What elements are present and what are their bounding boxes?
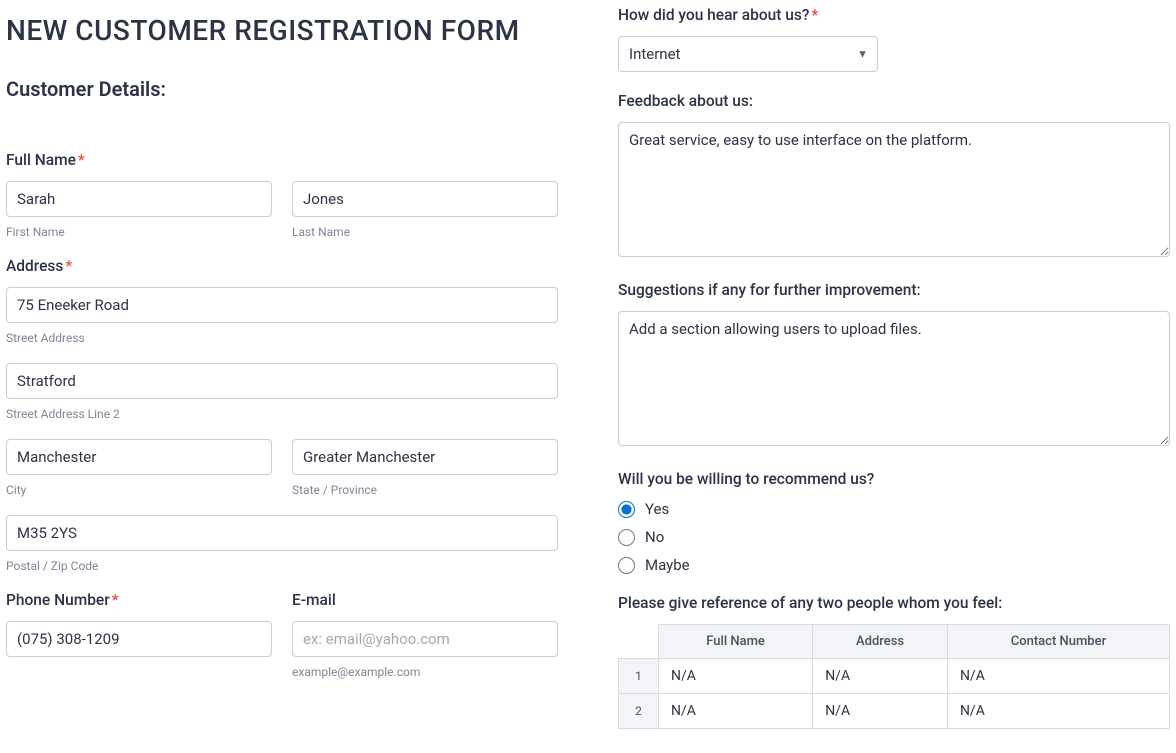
recommend-maybe-row[interactable]: Maybe bbox=[618, 556, 1170, 574]
postal-sublabel: Postal / Zip Code bbox=[6, 559, 558, 573]
ref-name-cell[interactable]: N/A bbox=[659, 659, 813, 694]
city-sublabel: City bbox=[6, 483, 272, 497]
postal-input[interactable] bbox=[6, 515, 558, 551]
recommend-label: Will you be willing to recommend us? bbox=[618, 470, 1170, 488]
recommend-yes-radio[interactable] bbox=[618, 501, 635, 518]
recommend-no-radio[interactable] bbox=[618, 529, 635, 546]
phone-label: Phone Number* bbox=[6, 591, 272, 609]
required-star: * bbox=[112, 591, 119, 609]
col-address: Address bbox=[813, 625, 948, 659]
row-num: 2 bbox=[619, 694, 659, 729]
required-star: * bbox=[78, 151, 85, 169]
first-name-sublabel: First Name bbox=[6, 225, 272, 239]
table-row: 1 N/A N/A N/A bbox=[619, 659, 1170, 694]
city-input[interactable] bbox=[6, 439, 272, 475]
form-title: NEW CUSTOMER REGISTRATION FORM bbox=[6, 14, 558, 47]
recommend-yes-row[interactable]: Yes bbox=[618, 500, 1170, 518]
ref-address-cell[interactable]: N/A bbox=[813, 694, 948, 729]
phone-input[interactable] bbox=[6, 621, 272, 657]
state-input[interactable] bbox=[292, 439, 558, 475]
table-row: 2 N/A N/A N/A bbox=[619, 694, 1170, 729]
first-name-input[interactable] bbox=[6, 181, 272, 217]
suggestions-label: Suggestions if any for further improveme… bbox=[618, 281, 1170, 299]
feedback-label: Feedback about us: bbox=[618, 92, 1170, 110]
suggestions-textarea[interactable]: Add a section allowing users to upload f… bbox=[618, 311, 1170, 446]
street-address-2-input[interactable] bbox=[6, 363, 558, 399]
last-name-sublabel: Last Name bbox=[292, 225, 558, 239]
table-corner bbox=[619, 625, 659, 659]
feedback-textarea[interactable]: Great service, easy to use interface on … bbox=[618, 122, 1170, 257]
recommend-no-text: No bbox=[645, 528, 664, 546]
street-address-input[interactable] bbox=[6, 287, 558, 323]
recommend-no-row[interactable]: No bbox=[618, 528, 1170, 546]
ref-contact-cell[interactable]: N/A bbox=[947, 659, 1169, 694]
email-sublabel: example@example.com bbox=[292, 665, 558, 679]
row-num: 1 bbox=[619, 659, 659, 694]
recommend-maybe-radio[interactable] bbox=[618, 557, 635, 574]
reference-label: Please give reference of any two people … bbox=[618, 594, 1170, 612]
ref-address-cell[interactable]: N/A bbox=[813, 659, 948, 694]
street-address-2-sublabel: Street Address Line 2 bbox=[6, 407, 558, 421]
ref-name-cell[interactable]: N/A bbox=[659, 694, 813, 729]
address-label: Address* bbox=[6, 257, 558, 275]
required-star: * bbox=[811, 6, 818, 24]
full-name-label: Full Name* bbox=[6, 151, 558, 169]
reference-table: Full Name Address Contact Number 1 N/A N… bbox=[618, 624, 1170, 729]
recommend-yes-text: Yes bbox=[645, 500, 669, 518]
ref-contact-cell[interactable]: N/A bbox=[947, 694, 1169, 729]
section-customer-details: Customer Details: bbox=[6, 77, 558, 101]
required-star: * bbox=[65, 257, 72, 275]
recommend-maybe-text: Maybe bbox=[645, 556, 690, 574]
street-address-sublabel: Street Address bbox=[6, 331, 558, 345]
state-sublabel: State / Province bbox=[292, 483, 558, 497]
col-contact: Contact Number bbox=[947, 625, 1169, 659]
hear-about-label: How did you hear about us?* bbox=[618, 6, 1170, 24]
last-name-input[interactable] bbox=[292, 181, 558, 217]
hear-about-select[interactable]: Internet bbox=[618, 36, 878, 72]
email-input[interactable] bbox=[292, 621, 558, 657]
col-fullname: Full Name bbox=[659, 625, 813, 659]
email-label: E-mail bbox=[292, 591, 558, 609]
